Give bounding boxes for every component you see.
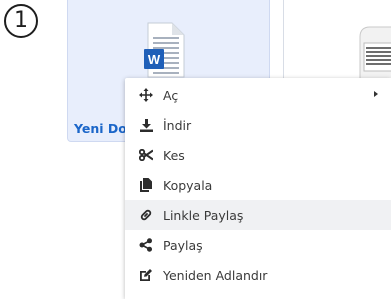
- menu-item-share[interactable]: Paylaş: [125, 230, 391, 260]
- menu-item-label: Paylaş: [163, 237, 203, 253]
- context-menu: Aç İndir Kes Kopyala Linkle Paylaş Payla…: [125, 78, 391, 299]
- printer-icon: [359, 26, 391, 83]
- copy-icon: [138, 177, 154, 193]
- scissors-icon: [138, 147, 154, 163]
- menu-item-label: Linkle Paylaş: [163, 207, 244, 223]
- download-icon: [138, 117, 154, 133]
- menu-item-open[interactable]: Aç: [125, 80, 391, 110]
- menu-item-label: Yeniden Adlandır: [163, 267, 268, 283]
- step-number: 1: [14, 8, 28, 33]
- menu-item-label: Aç: [163, 87, 179, 103]
- menu-item-cut[interactable]: Kes: [125, 140, 391, 170]
- link-icon: [138, 207, 154, 223]
- word-app-letter: W: [148, 52, 161, 67]
- word-document-icon: W: [144, 22, 185, 78]
- move-arrows-icon: [138, 87, 154, 103]
- rename-icon: [138, 267, 154, 283]
- menu-item-share-link[interactable]: Linkle Paylaş: [125, 200, 391, 230]
- step-number-badge: 1: [4, 4, 38, 38]
- menu-item-label: İndir: [163, 117, 192, 133]
- menu-item-copy[interactable]: Kopyala: [125, 170, 391, 200]
- menu-item-label: Kopyala: [163, 177, 213, 193]
- menu-item-label: Kes: [163, 147, 185, 163]
- share-icon: [138, 237, 154, 253]
- menu-item-download[interactable]: İndir: [125, 110, 391, 140]
- submenu-arrow-icon: [374, 91, 378, 97]
- menu-item-rename[interactable]: Yeniden Adlandır: [125, 260, 391, 290]
